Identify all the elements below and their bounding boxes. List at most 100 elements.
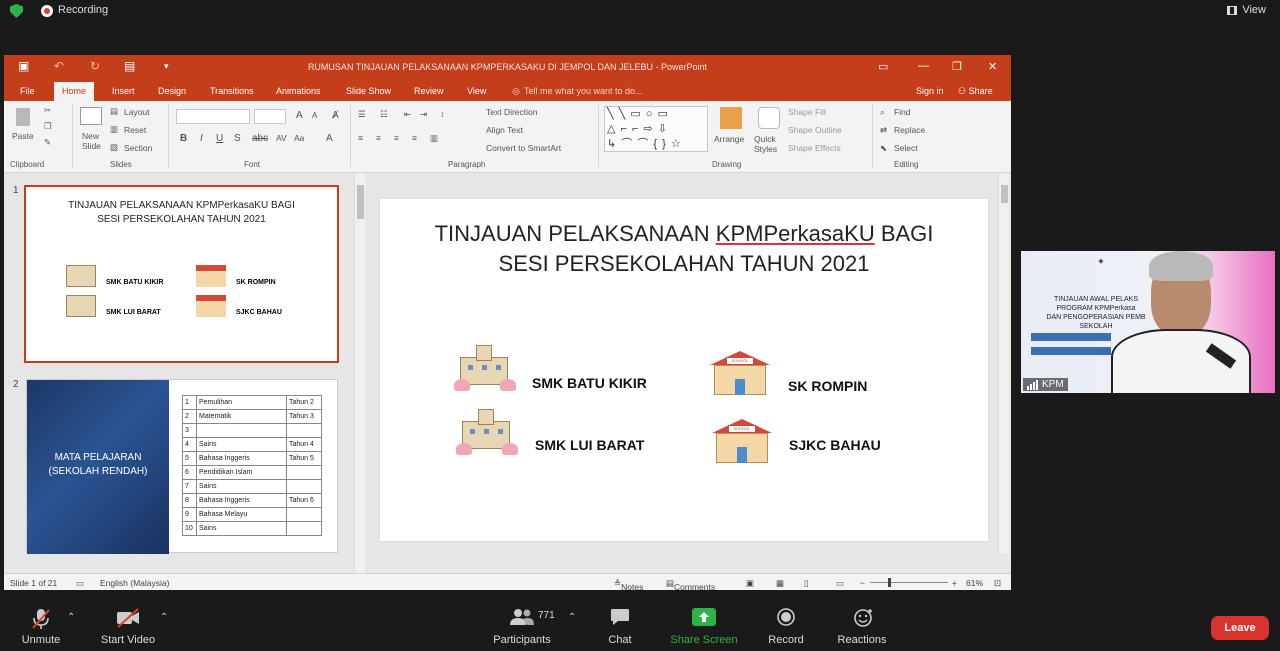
fit-to-window-icon[interactable]: ⊡ [994, 578, 1001, 589]
cut-icon[interactable]: ✂ [44, 105, 51, 116]
section-button[interactable]: Section [124, 143, 152, 153]
share-screen-button[interactable]: Share Screen [668, 596, 740, 651]
zoom-level[interactable]: 61% [966, 578, 983, 588]
slide-thumbnail-2[interactable]: MATA PELAJARAN (SEKOLAH RENDAH) 1 Pemulih… [26, 379, 338, 554]
shape-outline-button[interactable]: Shape Outline [788, 125, 842, 135]
notes-button[interactable]: ≙ Notes [614, 578, 643, 590]
align-center-icon[interactable]: ≡ [376, 133, 381, 143]
align-text-button[interactable]: Align Text [486, 125, 523, 135]
zoom-slider-handle[interactable] [888, 578, 891, 587]
tell-me-box[interactable]: Tell me what you want to do... [524, 86, 643, 96]
decrease-indent-icon[interactable]: ⇤ [404, 109, 411, 120]
maximize-icon[interactable]: ❐ [952, 60, 962, 73]
zoom-slider[interactable] [870, 582, 948, 583]
slide-sorter-icon[interactable]: ▦ [776, 578, 784, 589]
font-name-box[interactable] [176, 109, 250, 124]
view-button[interactable]: View [1227, 4, 1266, 16]
zoom-out-icon[interactable]: − [860, 578, 865, 588]
quick-styles-icon[interactable] [758, 107, 780, 129]
justify-icon[interactable]: ≡ [412, 133, 417, 143]
line-spacing-icon[interactable]: ↕ [440, 109, 444, 119]
reset-button[interactable]: Reset [124, 125, 146, 135]
tab-view[interactable]: View [467, 86, 486, 96]
tab-transitions[interactable]: Transitions [210, 86, 254, 96]
notes-label: Notes [621, 582, 644, 590]
security-shield-icon[interactable] [10, 4, 23, 18]
shadow-icon[interactable]: S [234, 133, 241, 144]
grow-font-icon[interactable]: A [296, 110, 303, 121]
align-right-icon[interactable]: ≡ [394, 133, 399, 143]
reading-view-icon[interactable]: ▯ [804, 578, 809, 589]
italic-icon[interactable]: I [200, 133, 203, 144]
find-button[interactable]: Find [894, 107, 911, 117]
record-button[interactable]: Record [766, 596, 806, 651]
shape-effects-button[interactable]: Shape Effects [788, 143, 841, 153]
columns-icon[interactable]: ▥ [430, 133, 438, 144]
thumbnails-scrollbar[interactable] [354, 173, 365, 573]
start-video-button[interactable]: Start Video [98, 596, 158, 651]
minimize-icon[interactable]: — [918, 60, 929, 72]
arrange-button[interactable]: Arrange [714, 134, 744, 144]
shapes-gallery[interactable]: ╲ ╲ ▭ ○ ▭ △ ⌐ ⌐ ⇨ ⇩ ↳ ⌒ ⌒ { } ☆ [604, 106, 708, 152]
recording-icon [41, 5, 53, 17]
convert-smartart-button[interactable]: Convert to SmartArt [486, 143, 561, 153]
language-indicator[interactable]: English (Malaysia) [100, 578, 169, 588]
tab-design[interactable]: Design [158, 86, 186, 96]
slideshow-view-icon[interactable]: ▭ [836, 578, 844, 589]
chat-button[interactable]: Chat [600, 596, 640, 651]
scrollbar-thumb[interactable] [357, 185, 364, 219]
tab-slide-show[interactable]: Slide Show [346, 86, 391, 96]
participants-options-caret[interactable]: ⌃ [568, 612, 576, 623]
unmute-button[interactable]: Unmute [18, 596, 64, 651]
underline-icon[interactable]: U [216, 133, 223, 144]
main-slide-canvas[interactable]: TINJAUAN PELAKSANAAN KPMPerkasaKU BAGI S… [380, 199, 988, 541]
slide-scrollbar[interactable] [998, 173, 1009, 553]
table-cell: Matematik [196, 409, 287, 424]
increase-indent-icon[interactable]: ⇥ [420, 109, 427, 120]
tab-file[interactable]: File [20, 86, 35, 96]
leave-button[interactable]: Leave [1211, 616, 1269, 640]
audio-options-caret[interactable]: ⌃ [67, 612, 75, 623]
ribbon-display-icon[interactable]: ▭ [878, 60, 888, 73]
paste-icon[interactable] [16, 108, 30, 126]
quick-styles-button[interactable]: Quick Styles [754, 134, 784, 154]
align-left-icon[interactable]: ≡ [358, 133, 363, 143]
spellcheck-icon[interactable]: ▭ [76, 578, 84, 589]
video-options-caret[interactable]: ⌃ [160, 612, 168, 623]
change-case-icon[interactable]: Aa [294, 133, 304, 143]
scrollbar-thumb[interactable] [1001, 185, 1008, 203]
close-icon[interactable]: ✕ [988, 60, 997, 73]
copy-icon[interactable]: ❐ [44, 121, 52, 132]
text-direction-button[interactable]: Text Direction [486, 107, 538, 117]
tab-insert[interactable]: Insert [112, 86, 135, 96]
select-button[interactable]: Select [894, 143, 918, 153]
participant-video-tile[interactable]: ◈ TINJAUAN AWAL PELAKS PROGRAM KPMPerkas… [1021, 251, 1275, 393]
bullets-icon[interactable]: ☰ [358, 109, 366, 120]
bold-icon[interactable]: B [180, 133, 187, 144]
clear-format-icon[interactable]: Ⱥ [332, 110, 339, 121]
shape-fill-button[interactable]: Shape Fill [788, 107, 826, 117]
new-slide-icon[interactable] [80, 107, 102, 125]
numbering-icon[interactable]: ☷ [380, 109, 388, 120]
replace-button[interactable]: Replace [894, 125, 925, 135]
arrange-icon[interactable] [720, 107, 742, 129]
shrink-font-icon[interactable]: A [312, 111, 317, 120]
layout-button[interactable]: Layout [124, 107, 150, 117]
tab-home[interactable]: Home [54, 82, 95, 101]
reactions-button[interactable]: Reactions [834, 596, 890, 651]
slide-thumbnail-1[interactable]: TINJAUAN PELAKSANAAN KPMPerkasaKU BAGI S… [24, 185, 339, 363]
share-button[interactable]: ⚇ Share [958, 86, 993, 97]
font-color-icon[interactable]: A [326, 133, 333, 144]
zoom-in-icon[interactable]: + [952, 578, 957, 588]
normal-view-icon[interactable]: ▣ [746, 578, 754, 589]
participants-button[interactable]: 771 Participants [490, 596, 555, 651]
sign-in-link[interactable]: Sign in [916, 86, 944, 96]
tab-animations[interactable]: Animations [276, 86, 321, 96]
tab-review[interactable]: Review [414, 86, 444, 96]
font-size-box[interactable] [254, 109, 286, 124]
strikethrough-icon[interactable]: abc [252, 133, 268, 144]
format-painter-icon[interactable]: ✎ [44, 137, 51, 148]
table-cell: 3 [182, 423, 197, 438]
char-spacing-icon[interactable]: AV [276, 133, 287, 143]
comments-button[interactable]: ▤ Comments [666, 578, 715, 590]
